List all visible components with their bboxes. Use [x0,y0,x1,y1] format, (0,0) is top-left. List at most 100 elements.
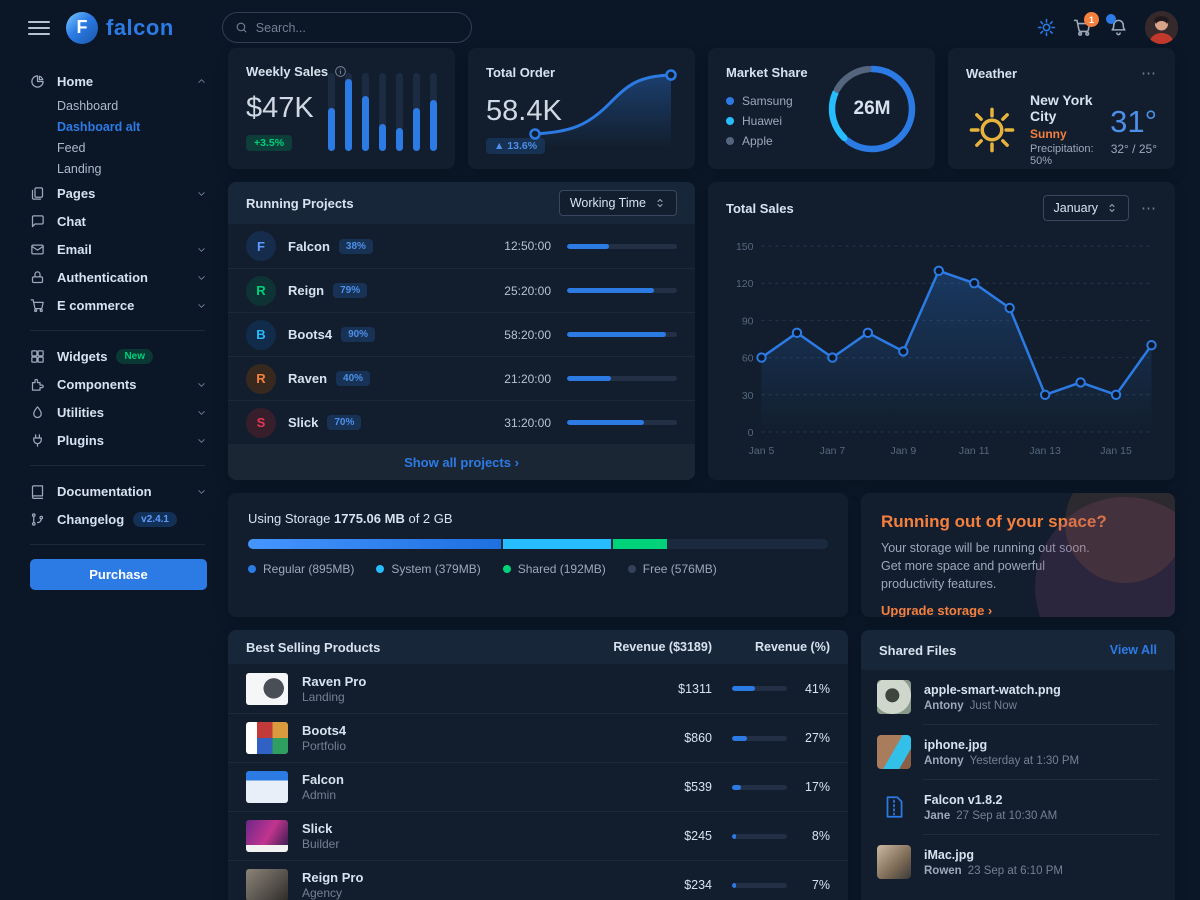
sidebar-item-feed[interactable]: Feed [30,137,207,158]
sidebar-item-e-commerce[interactable]: E commerce [30,291,207,319]
storage-progress-bar [248,539,828,549]
product-row-falcon[interactable]: Falcon Admin $539 17% [228,762,848,811]
product-row-boots4[interactable]: Boots4 Portfolio $860 27% [228,713,848,762]
sidebar-item-home[interactable]: Home [30,67,207,95]
product-revenue-percent: 7% [787,878,830,892]
project-row-slick[interactable]: S Slick 70% 31:20:00 [228,400,695,444]
sidebar-item-widgets[interactable]: WidgetsNew [30,342,207,370]
select-arrows-icon [654,197,666,209]
product-row-raven-pro[interactable]: Raven Pro Landing $1311 41% [228,664,848,713]
widgets-icon [30,349,47,364]
sidebar-item-components[interactable]: Components [30,370,207,398]
product-thumbnail [246,673,288,705]
product-category-link[interactable]: Builder [302,837,622,851]
sidebar-divider [30,544,205,545]
project-row-reign[interactable]: R Reign 79% 25:20:00 [228,268,695,312]
project-progress-bar [567,244,677,249]
more-menu-icon[interactable]: ⋯ [1141,199,1157,217]
best-selling-table: Raven Pro Landing $1311 41% Boots4 Portf… [228,664,848,900]
project-name: Boots4 [288,327,332,342]
project-row-falcon[interactable]: F Falcon 38% 12:50:00 [228,224,695,268]
market-share-title: Market Share [726,65,808,80]
storage-segment-shared [613,539,667,549]
month-select[interactable]: January [1043,195,1129,221]
product-name: Slick [302,821,622,836]
sidebar-item-authentication[interactable]: Authentication [30,263,207,291]
sidebar-item-dashboard[interactable]: Dashboard [30,95,207,116]
product-revenue-percent: 17% [787,780,830,794]
sidebar-item-landing[interactable]: Landing [30,158,207,179]
hamburger-menu-icon[interactable] [28,17,50,39]
sidebar-item-pages[interactable]: Pages [30,179,207,207]
product-category-link[interactable]: Agency [302,886,622,900]
project-time: 58:20:00 [493,328,551,342]
settings-gear-icon[interactable] [1037,18,1056,37]
svg-text:90: 90 [742,315,754,327]
svg-text:Jan 5: Jan 5 [749,445,775,457]
chevron-down-icon [196,407,207,418]
project-progress-badge: 38% [339,239,373,254]
navbar-actions: 1 [1037,11,1178,44]
file-row-apple-smart-watch-png[interactable]: apple-smart-watch.png AntonyJust Now [861,670,1175,724]
cart-badge: 1 [1084,12,1099,27]
search-input[interactable] [256,21,459,35]
sidebar: Home DashboardDashboard altFeedLandingPag… [0,55,225,900]
upgrade-storage-card: Running out of your space? Your storage … [861,493,1175,617]
sidebar-badge: New [116,349,153,364]
product-category-link[interactable]: Admin [302,788,622,802]
file-author: Rowen [924,865,962,877]
project-row-boots4[interactable]: B Boots4 90% 58:20:00 [228,312,695,356]
best-selling-card: Best Selling Products Revenue ($3189) Re… [228,630,848,900]
file-row-imac-jpg[interactable]: iMac.jpg Rowen23 Sep at 6:10 PM [861,835,1175,889]
project-row-raven[interactable]: R Raven 40% 21:20:00 [228,356,695,400]
bell-icon[interactable] [1109,18,1128,37]
product-revenue-bar [732,736,787,741]
file-name: Falcon v1.8.2 [924,793,1057,807]
sidebar-item-documentation[interactable]: Documentation [30,477,207,505]
project-avatar: R [246,364,276,394]
sidebar-item-label: E commerce [57,298,134,313]
sidebar-item-utilities[interactable]: Utilities [30,398,207,426]
sidebar-item-chat[interactable]: Chat [30,207,207,235]
tables-row: Best Selling Products Revenue ($3189) Re… [228,630,1175,900]
view-all-link[interactable]: View All [1110,643,1157,657]
total-order-card: Total Order 58.4K ▲ 13.6% [468,48,695,169]
sun-icon [966,104,1018,156]
product-category-link[interactable]: Portfolio [302,739,622,753]
more-menu-icon[interactable]: ⋯ [1141,64,1157,82]
product-row-reign-pro[interactable]: Reign Pro Agency $234 7% [228,860,848,900]
sidebar-item-plugins[interactable]: Plugins [30,426,207,454]
product-row-slick[interactable]: Slick Builder $245 8% [228,811,848,860]
select-arrows-icon [1106,202,1118,214]
file-row-iphone-jpg[interactable]: iphone.jpg AntonyYesterday at 1:30 PM [861,725,1175,779]
weekly-sales-bar [345,73,352,151]
sidebar-item-email[interactable]: Email [30,235,207,263]
running-projects-list: F Falcon 38% 12:50:00 R Reign 79% 25:20:… [228,224,695,444]
project-name: Falcon [288,239,330,254]
shared-files-title: Shared Files [879,643,956,658]
logo[interactable]: F falcon [66,12,174,44]
running-projects-title: Running Projects [246,196,354,211]
sidebar-item-changelog[interactable]: Changelogv2.4.1 [30,505,207,533]
project-progress-badge: 90% [341,327,375,342]
project-avatar: F [246,231,276,261]
product-name: Boots4 [302,723,622,738]
user-avatar[interactable] [1145,11,1178,44]
project-progress-badge: 79% [333,283,367,298]
storage-label: Using Storage [248,511,330,526]
sidebar-item-dashboard-alt[interactable]: Dashboard alt [30,116,207,137]
search-box[interactable] [222,12,472,43]
svg-text:Jan 11: Jan 11 [959,445,990,457]
shared-files-list: apple-smart-watch.png AntonyJust Nowipho… [861,670,1175,889]
cart-icon[interactable]: 1 [1073,18,1092,37]
upgrade-storage-link[interactable]: Upgrade storage › [881,603,992,617]
working-time-select[interactable]: Working Time [559,190,677,216]
show-all-projects-link[interactable]: Show all projects › [228,444,695,480]
sidebar-item-label: Home [57,74,93,89]
product-category-link[interactable]: Landing [302,690,622,704]
file-time: 23 Sep at 6:10 PM [968,865,1063,877]
purchase-button[interactable]: Purchase [30,559,207,590]
file-row-falcon-v1-8-2[interactable]: Falcon v1.8.2 Jane27 Sep at 10:30 AM [861,780,1175,834]
sidebar-item-label: Plugins [57,433,104,448]
chevron-down-icon [196,188,207,199]
